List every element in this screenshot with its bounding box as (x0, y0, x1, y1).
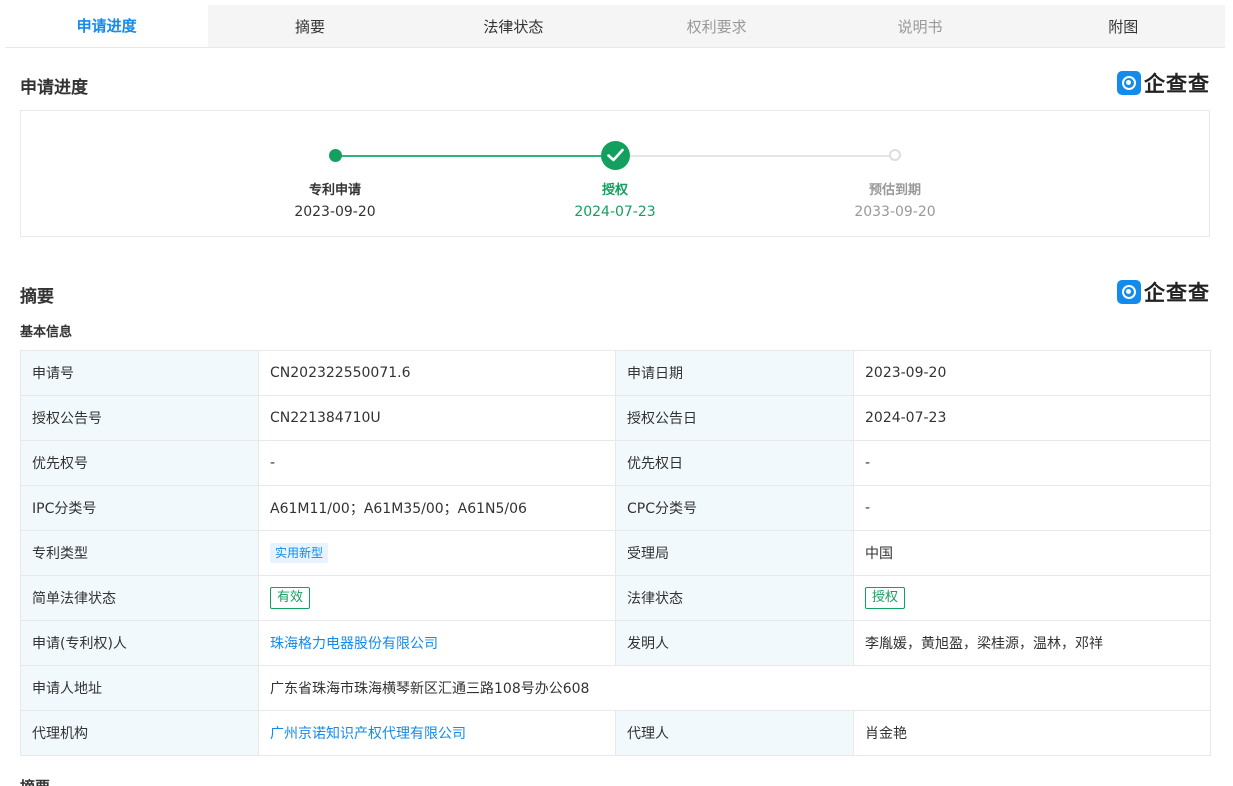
grant-publication-date: 2024-07-23 (853, 395, 1211, 441)
cpc-classification: - (853, 485, 1211, 531)
tab-application-progress[interactable]: 申请进度 (5, 5, 209, 47)
step-date: 2023-09-20 (294, 204, 376, 220)
step-dot-filed (329, 149, 342, 162)
agency-link[interactable]: 广州京诺知识产权代理有限公司 (270, 726, 466, 742)
field-label: 代理机构 (20, 710, 259, 756)
step-label: 授权 (601, 183, 628, 198)
step-expiry: 预估到期 2033-09-20 (795, 181, 995, 223)
step-granted: 授权 2024-07-23 (515, 181, 715, 223)
field-label: 发明人 (615, 620, 854, 666)
basic-info-table: 申请号 CN202322550071.6 申请日期 2023-09-20 授权公… (20, 350, 1211, 756)
table-row: 申请人地址 广东省珠海市珠海横琴新区汇通三路108号办公608 (20, 665, 1211, 711)
field-label: 申请(专利权)人 (20, 620, 259, 666)
table-row: 申请号 CN202322550071.6 申请日期 2023-09-20 (20, 350, 1211, 396)
brand-logo-text: 企查查 (1144, 72, 1210, 96)
tab-legal-status[interactable]: 法律状态 (412, 5, 615, 47)
table-row: 专利类型 实用新型 受理局 中国 (20, 530, 1211, 576)
step-label: 专利申请 (308, 183, 361, 198)
brand-logo-icon (1117, 71, 1141, 95)
field-label: 申请日期 (615, 350, 854, 396)
brand-logo-icon (1117, 280, 1141, 304)
check-icon (601, 141, 630, 170)
table-row: 申请(专利权)人 珠海格力电器股份有限公司 发明人 李胤媛，黄旭盈，梁桂源，温林… (20, 620, 1211, 666)
field-label: 优先权号 (20, 440, 259, 486)
agent: 肖金艳 (853, 710, 1211, 756)
priority-number: - (258, 440, 616, 486)
tab-abstract[interactable]: 摘要 (208, 5, 411, 47)
applicant-cell: 珠海格力电器股份有限公司 (258, 620, 616, 666)
field-label: IPC分类号 (20, 485, 259, 531)
inventors: 李胤媛，黄旭盈，梁桂源，温林，邓祥 (853, 620, 1211, 666)
application-date: 2023-09-20 (853, 350, 1211, 396)
step-date: 2033-09-20 (854, 204, 936, 220)
progress-track-pending (616, 155, 896, 157)
simple-legal-status-cell: 有效 (258, 575, 616, 621)
basic-info-title: 基本信息 (20, 325, 73, 340)
brand-logo: 企查查 (1117, 70, 1210, 96)
abstract-section-title: 摘要 (20, 287, 54, 307)
tab-claims[interactable]: 权利要求 (615, 5, 818, 47)
step-filed: 专利申请 2023-09-20 (235, 181, 435, 223)
patent-type-badge: 实用新型 (270, 543, 329, 563)
brand-logo: 企查查 (1117, 279, 1210, 305)
field-label: 法律状态 (615, 575, 854, 621)
field-label: 代理人 (615, 710, 854, 756)
applicant-address: 广东省珠海市珠海横琴新区汇通三路108号办公608 (258, 665, 1211, 711)
abstract-text-heading: 摘要 (20, 778, 50, 786)
progress-section-title: 申请进度 (20, 78, 88, 98)
table-row: 简单法律状态 有效 法律状态 授权 (20, 575, 1211, 621)
field-label: CPC分类号 (615, 485, 854, 531)
field-label: 授权公告日 (615, 395, 854, 441)
table-row: IPC分类号 A61M11/00；A61M35/00；A61N5/06 CPC分… (20, 485, 1211, 531)
step-date: 2024-07-23 (574, 204, 656, 220)
table-row: 授权公告号 CN221384710U 授权公告日 2024-07-23 (20, 395, 1211, 441)
ipc-classification: A61M11/00；A61M35/00；A61N5/06 (258, 485, 616, 531)
tab-drawings[interactable]: 附图 (1022, 5, 1225, 47)
field-label: 受理局 (615, 530, 854, 576)
tab-bar: 申请进度 摘要 法律状态 权利要求 说明书 附图 (5, 5, 1225, 48)
grant-publication-number: CN221384710U (258, 395, 616, 441)
status-badge: 有效 (270, 587, 311, 609)
table-row: 优先权号 - 优先权日 - (20, 440, 1211, 486)
agency-cell: 广州京诺知识产权代理有限公司 (258, 710, 616, 756)
step-label: 预估到期 (868, 183, 921, 198)
priority-date: - (853, 440, 1211, 486)
patent-type-cell: 实用新型 (258, 530, 616, 576)
field-label: 优先权日 (615, 440, 854, 486)
field-label: 专利类型 (20, 530, 259, 576)
field-label: 简单法律状态 (20, 575, 259, 621)
progress-track-complete (335, 155, 616, 157)
step-dot-expiry (889, 149, 901, 161)
progress-timeline: 专利申请 2023-09-20 授权 2024-07-23 预估到期 2033-… (20, 110, 1210, 237)
applicant-link[interactable]: 珠海格力电器股份有限公司 (270, 636, 438, 652)
table-row: 代理机构 广州京诺知识产权代理有限公司 代理人 肖金艳 (20, 710, 1211, 756)
brand-logo-text: 企查查 (1144, 281, 1210, 305)
field-label: 申请号 (20, 350, 259, 396)
field-label: 申请人地址 (20, 665, 259, 711)
status-badge: 授权 (865, 587, 906, 609)
legal-status-cell: 授权 (853, 575, 1211, 621)
application-number: CN202322550071.6 (258, 350, 616, 396)
tab-description[interactable]: 说明书 (818, 5, 1021, 47)
receiving-office: 中国 (853, 530, 1211, 576)
field-label: 授权公告号 (20, 395, 259, 441)
